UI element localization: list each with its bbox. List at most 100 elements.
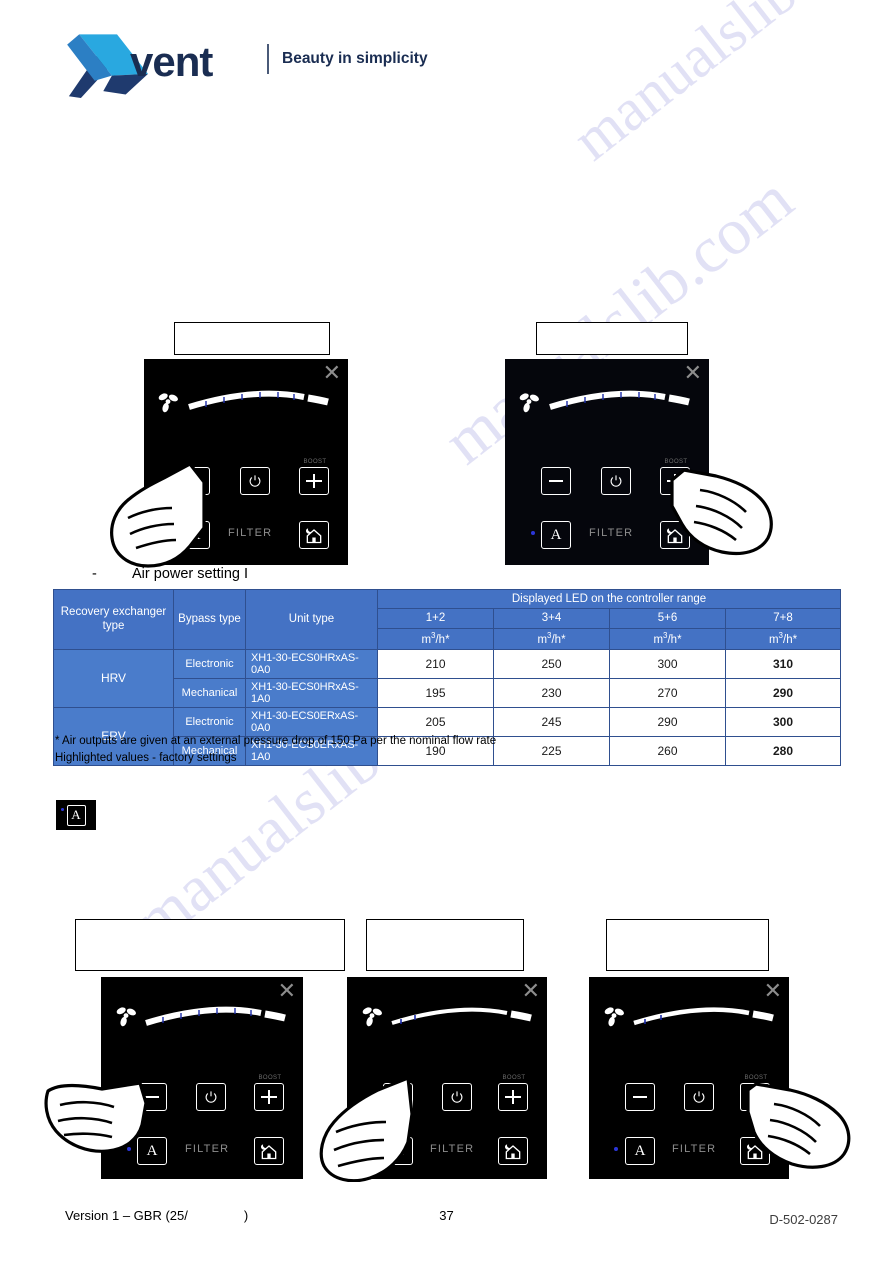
power-button[interactable] bbox=[684, 1083, 714, 1111]
auto-button[interactable]: A bbox=[625, 1137, 655, 1165]
controller-panel-increase[interactable]: ✕ BOOST A FILTER bbox=[505, 359, 709, 565]
header-bypass-type: Bypass type bbox=[173, 589, 246, 650]
cell-value-5plus6: 270 bbox=[609, 677, 726, 708]
home-night-button[interactable] bbox=[740, 1137, 770, 1165]
fan-icon bbox=[116, 1007, 136, 1027]
section-caption: - Air power setting I bbox=[92, 566, 248, 582]
increase-boost-button[interactable] bbox=[254, 1083, 284, 1111]
controller-panel-plus-low[interactable]: ✕ BOOST A FILTER bbox=[589, 977, 789, 1179]
increase-boost-button[interactable] bbox=[660, 467, 690, 495]
callout-box-panel-increase bbox=[536, 322, 688, 355]
home-night-button[interactable] bbox=[299, 521, 329, 549]
plus-icon bbox=[667, 473, 683, 489]
led-arc-indicator bbox=[145, 1006, 286, 1026]
boost-label: BOOST bbox=[258, 1075, 282, 1081]
minus-icon bbox=[632, 1096, 648, 1098]
header-led-range-1: 1+2 bbox=[377, 608, 494, 629]
power-icon bbox=[451, 1091, 463, 1103]
power-icon bbox=[610, 475, 622, 487]
boost-label: BOOST bbox=[303, 459, 327, 465]
footer-page-number: 37 bbox=[439, 1208, 454, 1223]
fan-icon bbox=[604, 1007, 624, 1027]
minus-icon bbox=[548, 480, 564, 482]
decrease-button[interactable] bbox=[137, 1083, 167, 1111]
plus-icon bbox=[505, 1089, 521, 1105]
auto-button[interactable]: A bbox=[137, 1137, 167, 1165]
page-header: vent Beauty in simplicity bbox=[62, 18, 482, 104]
cell-bypass-type: Electronic bbox=[173, 648, 246, 679]
power-icon bbox=[693, 1091, 705, 1103]
home-night-icon bbox=[261, 1144, 277, 1160]
decrease-button[interactable] bbox=[180, 467, 210, 495]
header-recovery-exchanger-type: Recovery exchanger type bbox=[53, 589, 174, 650]
filter-label: FILTER bbox=[430, 1143, 475, 1155]
home-night-icon bbox=[306, 528, 322, 544]
footnote-highlighted-values: Highlighted values - factory settings bbox=[55, 751, 237, 764]
table-header-row-1: Recovery exchanger type Bypass type Unit… bbox=[53, 588, 842, 650]
cell-value-7plus8: 310 bbox=[724, 648, 842, 679]
fan-icon bbox=[362, 1007, 382, 1027]
auto-led-dot bbox=[61, 808, 64, 811]
controller-panel-decrease[interactable]: ✕ BOOST A FILTER bbox=[144, 359, 348, 565]
filter-label: FILTER bbox=[185, 1143, 230, 1155]
logo-divider bbox=[267, 44, 269, 74]
home-night-button[interactable] bbox=[660, 521, 690, 549]
plus-icon bbox=[306, 473, 322, 489]
cell-value-3plus4: 230 bbox=[493, 677, 610, 708]
home-night-button[interactable] bbox=[254, 1137, 284, 1165]
caption-bullet: - bbox=[92, 566, 97, 582]
filter-label: FILTER bbox=[589, 527, 634, 539]
header-unit-m3h-3: m3/h* bbox=[609, 627, 726, 650]
plus-icon bbox=[747, 1089, 763, 1105]
cell-value-7plus8: 280 bbox=[724, 735, 842, 766]
increase-boost-button[interactable] bbox=[498, 1083, 528, 1111]
controller-panel-minus-low[interactable]: ✕ BOOST A FILTER bbox=[347, 977, 547, 1179]
home-night-icon bbox=[505, 1144, 521, 1160]
callout-box-panel-plus-low bbox=[606, 919, 769, 971]
auto-led-dot bbox=[170, 531, 174, 535]
cell-value-1plus2: 195 bbox=[377, 677, 494, 708]
minus-icon bbox=[390, 1096, 406, 1098]
controller-panel-auto[interactable]: ✕ BOOST A FILTER bbox=[101, 977, 303, 1179]
decrease-button[interactable] bbox=[625, 1083, 655, 1111]
increase-boost-button[interactable] bbox=[299, 467, 329, 495]
led-arc-indicator bbox=[188, 390, 329, 410]
table-row: HRV Electronic XH1-30-ECS0HRxAS-0A0 210 … bbox=[53, 648, 842, 708]
decrease-button[interactable] bbox=[541, 467, 571, 495]
logo-wordmark: vent bbox=[130, 38, 213, 85]
power-icon bbox=[205, 1091, 217, 1103]
power-button[interactable] bbox=[240, 467, 270, 495]
cell-value-3plus4: 245 bbox=[493, 706, 610, 737]
power-button[interactable] bbox=[601, 467, 631, 495]
auto-button[interactable]: A bbox=[383, 1137, 413, 1165]
header-led-range-3: 5+6 bbox=[609, 608, 726, 629]
table-footnotes: * Air outputs are given at an external p… bbox=[55, 733, 496, 766]
cell-value-7plus8: 300 bbox=[724, 706, 842, 737]
filter-label: FILTER bbox=[228, 527, 273, 539]
cell-value-5plus6: 290 bbox=[609, 706, 726, 737]
boost-label: BOOST bbox=[664, 459, 688, 465]
cell-recovery-type: HRV bbox=[53, 648, 174, 708]
page-footer: Version 1 – GBR (25/) 37 D-502-0287 bbox=[0, 1208, 893, 1238]
header-displayed-led-range: Displayed LED on the controller range bbox=[376, 588, 842, 610]
auto-button[interactable]: A bbox=[541, 521, 571, 549]
power-button[interactable] bbox=[442, 1083, 472, 1111]
caption-text: Air power setting I bbox=[132, 566, 249, 582]
header-led-range-2: 3+4 bbox=[493, 608, 610, 629]
callout-box-panel-auto bbox=[75, 919, 345, 971]
cell-value-1plus2: 210 bbox=[377, 648, 494, 679]
home-night-icon bbox=[667, 528, 683, 544]
auto-led-dot bbox=[127, 1147, 131, 1151]
home-night-button[interactable] bbox=[498, 1137, 528, 1165]
footnote-air-outputs: * Air outputs are given at an external p… bbox=[55, 735, 497, 747]
cell-value-5plus6: 260 bbox=[609, 735, 726, 766]
decrease-button[interactable] bbox=[383, 1083, 413, 1111]
plus-icon bbox=[261, 1089, 277, 1105]
power-button[interactable] bbox=[196, 1083, 226, 1111]
increase-boost-button[interactable] bbox=[740, 1083, 770, 1111]
minus-icon bbox=[144, 1096, 160, 1098]
boost-label: BOOST bbox=[502, 1075, 526, 1081]
home-night-icon bbox=[747, 1144, 763, 1160]
led-arc-indicator bbox=[549, 390, 690, 410]
auto-button[interactable]: A bbox=[180, 521, 210, 549]
